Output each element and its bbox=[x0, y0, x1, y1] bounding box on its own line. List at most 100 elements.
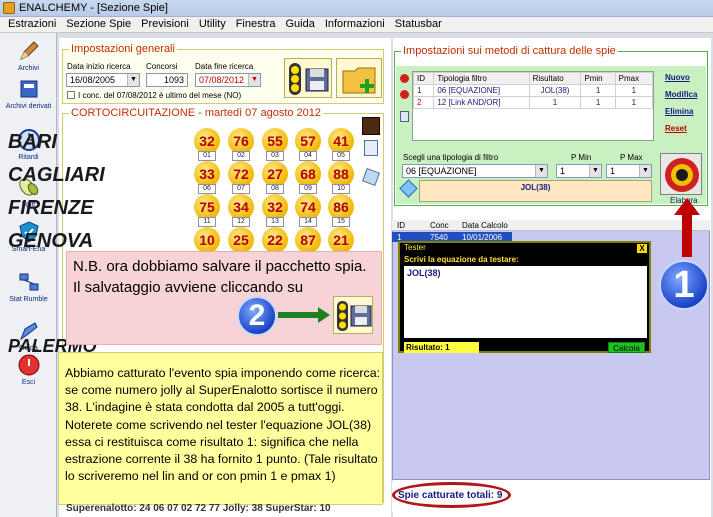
menu-sezione-spie[interactable]: Sezione Spie bbox=[61, 17, 136, 31]
tool-archivi[interactable]: Archivi bbox=[0, 39, 57, 72]
tool-label: Stat Rumble bbox=[9, 296, 48, 303]
ball-index: 12 bbox=[232, 217, 250, 227]
col-pmax[interactable]: Pmax bbox=[614, 72, 654, 85]
number-ball: 87 bbox=[295, 227, 321, 253]
chevron-down-icon[interactable]: ▼ bbox=[639, 165, 651, 177]
ball-index: 15 bbox=[332, 217, 350, 227]
last-month-checkbox[interactable] bbox=[67, 91, 75, 99]
menu-finestra[interactable]: Finestra bbox=[231, 17, 281, 31]
copy-icon[interactable] bbox=[400, 111, 409, 122]
tool-label: Archivi derivati bbox=[5, 103, 52, 110]
tool-archivi-derivati[interactable]: Archivi derivati bbox=[0, 77, 57, 110]
tester-title: Tester bbox=[400, 243, 649, 254]
ball-index: 04 bbox=[299, 151, 317, 161]
wheel-genova: GENOVA bbox=[8, 230, 94, 252]
document-icon[interactable] bbox=[364, 140, 378, 156]
elabora-button[interactable] bbox=[660, 153, 702, 195]
tester-equation-input[interactable]: JOL(38) bbox=[404, 266, 647, 338]
number-ball: 21 bbox=[328, 227, 354, 253]
chevron-down-icon[interactable]: ▼ bbox=[535, 165, 547, 177]
results-col-conc[interactable]: Conc bbox=[430, 221, 449, 230]
green-arrow bbox=[278, 312, 320, 318]
number-ball: 10 bbox=[194, 227, 220, 253]
results-col-id[interactable]: ID bbox=[397, 221, 405, 230]
col-tipologia[interactable]: Tipologia filtro bbox=[433, 72, 530, 85]
menu-previsioni[interactable]: Previsioni bbox=[136, 17, 194, 31]
tester-prompt: Scrivi la equazione da testare: bbox=[404, 255, 519, 264]
save-spy-button[interactable] bbox=[284, 58, 332, 98]
col-risultato[interactable]: Risultato bbox=[528, 72, 582, 85]
network-icon bbox=[19, 273, 38, 291]
equation-field[interactable]: JOL(38) bbox=[419, 180, 652, 202]
delete-link[interactable]: Elimina bbox=[665, 107, 693, 116]
tool-label: Esci bbox=[21, 379, 36, 386]
start-date-label: Data inizio ricerca bbox=[67, 62, 131, 71]
move-up-icon[interactable] bbox=[400, 74, 409, 83]
draws-field[interactable]: 1093 bbox=[146, 73, 188, 87]
cell: JOL(38) bbox=[528, 84, 582, 97]
start-date-field[interactable]: 16/08/2005 ▼ bbox=[66, 73, 140, 87]
book-side-icon[interactable] bbox=[362, 117, 380, 135]
target-icon bbox=[665, 158, 699, 192]
tester-result: Risultato: 1 bbox=[404, 342, 479, 353]
ball-index: 10 bbox=[332, 184, 350, 194]
end-date-field[interactable]: 07/08/2012 ▼ bbox=[195, 73, 261, 87]
pmax-select[interactable]: 1 ▼ bbox=[606, 164, 652, 178]
explanation-text: Abbiamo catturato l'evento spia imponend… bbox=[65, 366, 381, 484]
cell: 1 bbox=[528, 96, 582, 109]
number-ball: 22 bbox=[262, 227, 288, 253]
menu-statusbar[interactable]: Statusbar bbox=[390, 17, 447, 31]
left-toolbar: Archivi Archivi derivati Ritardi Spie Sm… bbox=[0, 33, 57, 517]
chevron-down-icon[interactable]: ▼ bbox=[589, 165, 601, 177]
filter-table[interactable]: ID Tipologia filtro Risultato Pmin Pmax … bbox=[412, 71, 654, 141]
tool-esci[interactable]: Esci bbox=[0, 353, 57, 386]
chevron-down-icon[interactable]: ▼ bbox=[248, 74, 260, 86]
new-link[interactable]: Nuovo bbox=[665, 73, 690, 82]
total-spies: Spie catturate totali: 9 bbox=[398, 490, 503, 501]
menu-estrazioni[interactable]: Estrazioni bbox=[0, 17, 61, 31]
table-row[interactable]: 1 06 [EQUAZIONE] JOL(38) 1 1 bbox=[412, 84, 654, 97]
col-id[interactable]: ID bbox=[412, 72, 435, 85]
calcola-button[interactable]: Calcola bbox=[608, 342, 645, 353]
cell: 1 bbox=[580, 96, 616, 109]
tool-stat-rumble[interactable]: Stat Rumble bbox=[0, 270, 57, 303]
wheel-bari: BARI bbox=[8, 131, 57, 153]
start-date-value: 16/08/2005 bbox=[70, 75, 116, 85]
save-spy-button-callout[interactable] bbox=[333, 296, 373, 334]
close-icon[interactable]: X bbox=[637, 244, 647, 253]
step-2-badge: 2 bbox=[237, 296, 277, 336]
pencil-icon bbox=[19, 41, 39, 60]
reset-link[interactable]: Reset bbox=[665, 124, 687, 133]
filter-type-select[interactable]: 06 [EQUAZIONE] ▼ bbox=[402, 164, 548, 178]
col-pmin[interactable]: Pmin bbox=[580, 72, 616, 85]
explanation-note: Abbiamo catturato l'evento spia imponend… bbox=[58, 352, 383, 505]
move-down-icon[interactable] bbox=[400, 90, 409, 99]
ball-index: 11 bbox=[198, 217, 216, 227]
last-month-label: I conc. del 07/08/2012 è ultimo del mese… bbox=[78, 91, 242, 100]
tool-label: Ritardi bbox=[18, 154, 39, 161]
filter-type-value: 06 [EQUAZIONE] bbox=[406, 166, 477, 176]
wheel-firenze: FIRENZE bbox=[8, 197, 94, 219]
step-1-badge: 1 bbox=[659, 260, 709, 310]
pmin-label: P Min bbox=[571, 153, 592, 162]
cell: 2 bbox=[412, 96, 435, 109]
draw-title: CORTOCIRCUITAZIONE - martedì 07 agosto 2… bbox=[69, 107, 324, 119]
menu-utility[interactable]: Utility bbox=[194, 17, 231, 31]
save-note-text: N.B. ora dobbiamo salvare il pacchetto s… bbox=[73, 258, 367, 296]
chevron-down-icon[interactable]: ▼ bbox=[127, 74, 139, 86]
table-row[interactable]: 2 12 [Link AND/OR] 1 1 1 bbox=[412, 96, 654, 109]
edit-link[interactable]: Modifica bbox=[665, 90, 697, 99]
cell: 1 bbox=[580, 84, 616, 97]
cell: 06 [EQUAZIONE] bbox=[433, 84, 530, 97]
save-traffic-icon bbox=[337, 301, 372, 331]
number-ball: 25 bbox=[228, 227, 254, 253]
draws-value: 1093 bbox=[163, 75, 184, 85]
pmin-select[interactable]: 1 ▼ bbox=[556, 164, 602, 178]
menu-informazioni[interactable]: Informazioni bbox=[320, 17, 390, 31]
results-col-data[interactable]: Data Calcolo bbox=[462, 221, 508, 230]
ball-index: 02 bbox=[232, 151, 250, 161]
cell: 12 [Link AND/OR] bbox=[433, 96, 530, 109]
export-button[interactable] bbox=[336, 58, 382, 98]
menu-guida[interactable]: Guida bbox=[280, 17, 319, 31]
pmin-value: 1 bbox=[560, 166, 566, 176]
